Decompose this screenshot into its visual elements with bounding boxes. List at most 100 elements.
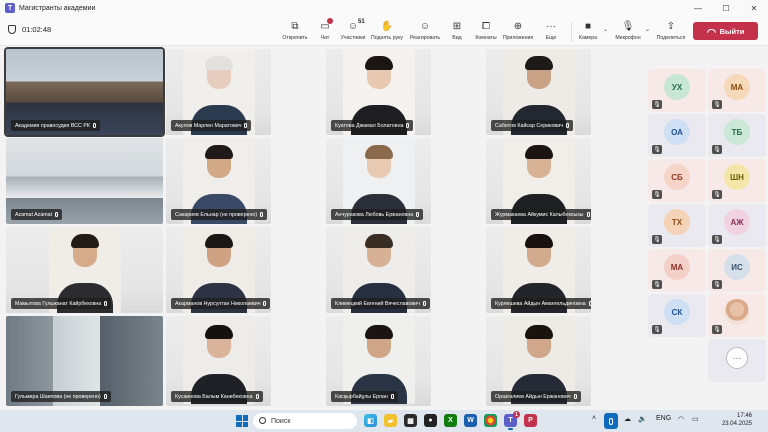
mic-icon — [573, 394, 577, 399]
mic-icon — [244, 123, 248, 128]
meeting-timer: 01:02:48 — [8, 25, 51, 34]
avatar-initials: ШН — [724, 164, 750, 190]
muted-mic-icon: 🎙 — [652, 325, 662, 334]
windows-start-icon[interactable] — [236, 415, 248, 427]
chrome-icon[interactable] — [484, 414, 497, 427]
taskbar-clock[interactable]: 17:46 23.04.2025 — [712, 412, 752, 428]
video-tile[interactable]: Куатова Джамал Болатовна — [326, 49, 431, 135]
participants-button[interactable]: ☺ 51 Участники — [334, 19, 372, 45]
participant-chip-photo[interactable]: 🎙 — [708, 294, 766, 337]
more-participants-chip[interactable]: ··· — [708, 339, 766, 382]
hand-icon: ✋ — [380, 20, 394, 32]
video-tile[interactable]: Курлешева Айдын Амангельдиновна — [486, 227, 591, 313]
participant-chip[interactable]: МА 🎙 — [648, 249, 706, 292]
video-tile-room[interactable]: Академия правосудия ВСС РК — [4, 47, 165, 137]
tray-chevron-up-icon[interactable]: ˄ — [592, 415, 596, 422]
mic-button[interactable]: 🎙 Микрофон — [609, 19, 647, 45]
rooms-icon: ⧠ — [482, 20, 490, 32]
video-tile[interactable]: Кусаинова Балым Канибековна — [166, 316, 271, 406]
chat-unread-dot — [327, 18, 333, 24]
participant-chip[interactable]: МА 🎙 — [708, 69, 766, 112]
video-tile[interactable]: Акулов Марлен Маратович — [166, 49, 271, 135]
avatar-photo — [724, 299, 750, 325]
word-icon[interactable]: W — [464, 414, 477, 427]
search-placeholder: Поиск — [271, 417, 291, 425]
muted-mic-icon: 🎙 — [652, 190, 662, 199]
leave-button[interactable]: Выйти — [693, 22, 758, 40]
camera-button[interactable]: ■ Камера — [569, 19, 607, 45]
avatar-initials: ИС — [724, 254, 750, 280]
video-tile[interactable]: Сабитов Кайсар Серикович — [486, 49, 591, 135]
participant-chip[interactable]: ШН 🎙 — [708, 159, 766, 202]
tray-wifi-icon[interactable]: ◠ — [678, 415, 684, 423]
video-tile-room[interactable]: Azamat Azamat — [6, 138, 163, 224]
video-tile[interactable]: Сакариев Ельнар (не проверено) — [166, 138, 271, 224]
tray-volume-icon[interactable]: 🔉 — [638, 415, 647, 423]
video-tile[interactable]: Климецкий Евгений Вячеславович — [326, 227, 431, 313]
tray-cloud-icon[interactable]: ☁ — [624, 415, 631, 423]
apps-label: Приложения — [502, 35, 534, 41]
file-explorer-icon[interactable]: ▰ — [384, 414, 397, 427]
participant-chip[interactable]: СК 🎙 — [648, 294, 706, 337]
share-icon: ⇪ — [666, 20, 676, 32]
language-indicator[interactable]: ENG — [656, 415, 671, 422]
video-tile[interactable]: Журмакаева Айкумис Калыбекхызы — [486, 138, 591, 224]
participant-chip[interactable]: СБ 🎙 — [648, 159, 706, 202]
mic-icon — [92, 123, 96, 128]
plus-icon: ⊕ — [513, 20, 523, 32]
close-button[interactable]: ✕ — [740, 0, 768, 16]
participant-chip[interactable]: ИС 🎙 — [708, 249, 766, 292]
muted-mic-icon: 🎙 — [712, 100, 722, 109]
mic-icon — [586, 212, 590, 217]
minimize-button[interactable]: — — [684, 0, 712, 16]
tile-name: Курлешева Айдын Амангельдиновна — [491, 298, 591, 309]
maximize-button[interactable]: ☐ — [712, 0, 740, 16]
mic-icon — [260, 212, 264, 217]
tile-name: Оразгалиев Айдын Ержанович — [491, 391, 581, 402]
participant-chip[interactable]: УХ 🎙 — [648, 69, 706, 112]
media-icon[interactable]: ● — [424, 414, 437, 427]
window-controls: — ☐ ✕ — [684, 0, 768, 16]
avatar-initials: АЖ — [724, 209, 750, 235]
participant-chip[interactable]: ОА 🎙 — [648, 114, 706, 157]
tile-name: Куатова Джамал Болатовна — [331, 120, 414, 131]
tile-name: Касқырбайұлы Ерлан — [331, 391, 398, 402]
tile-name: Мамытова Гульжанат Кайрбековна — [11, 298, 112, 309]
share-button[interactable]: ⇪ Поделиться — [652, 19, 690, 45]
powerpoint-icon[interactable]: P — [524, 414, 537, 427]
mic-icon — [263, 301, 267, 306]
muted-mic-icon: 🎙 — [712, 280, 722, 289]
participant-chip[interactable]: ТБ 🎙 — [708, 114, 766, 157]
search-icon — [259, 417, 266, 424]
mic-chevron-down-icon[interactable]: ⌄ — [645, 26, 650, 33]
taskview-icon[interactable]: ◧ — [364, 414, 377, 427]
taskbar-search[interactable]: Поиск — [253, 413, 357, 429]
more-button[interactable]: ··· Еще — [532, 19, 570, 45]
chat-label: Чат — [320, 35, 330, 41]
excel-icon[interactable]: X — [444, 414, 457, 427]
tile-name: Академия правосудия ВСС РК — [11, 120, 100, 131]
video-tile[interactable]: Касқырбайұлы Ерлан — [326, 316, 431, 406]
store-icon[interactable]: ▦ — [404, 414, 417, 427]
video-tile-room[interactable]: Гульмира Шаипова (не проверено) — [6, 316, 163, 406]
more-label: Еще — [545, 35, 557, 41]
avatar-initials: СБ — [664, 164, 690, 190]
video-tile[interactable]: Оразгалиев Айдын Ержанович — [486, 316, 591, 406]
muted-mic-icon: 🎙 — [712, 190, 722, 199]
video-tile[interactable]: Акарманов Нурсултан Николаевич — [166, 227, 271, 313]
clock-time: 17:46 — [736, 413, 752, 419]
mic-icon — [103, 394, 107, 399]
avatar-initials: СК — [664, 299, 690, 325]
participant-chip[interactable]: ТХ 🎙 — [648, 204, 706, 247]
raise-hand-button[interactable]: ✋ Поднять руку — [368, 19, 406, 45]
video-tile[interactable]: Анчуракова Любовь Ержановна — [326, 138, 431, 224]
participant-chip[interactable]: АЖ 🎙 — [708, 204, 766, 247]
avatar-initials: ОА — [664, 119, 690, 145]
camera-chevron-down-icon[interactable]: ⌄ — [603, 26, 608, 33]
muted-mic-icon: 🎙 — [712, 145, 722, 154]
muted-mic-icon: 🎙 — [652, 145, 662, 154]
tray-battery-icon[interactable]: ▭ — [692, 415, 699, 423]
teams-taskbar-icon[interactable]: T1 — [504, 411, 520, 430]
tray-microphone-icon[interactable] — [604, 413, 618, 429]
video-tile[interactable]: Мамытова Гульжанат Кайрбековна — [6, 227, 163, 313]
